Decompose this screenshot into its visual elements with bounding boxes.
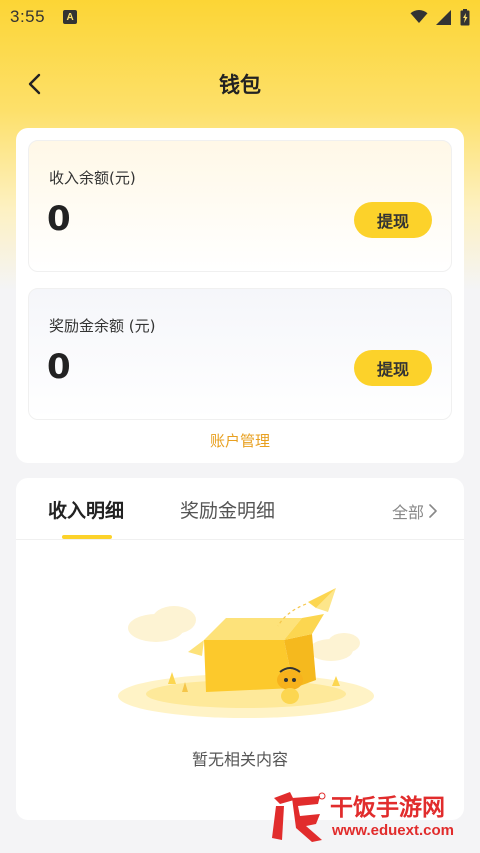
- watermark: 干饭手游网 www.eduext.com: [262, 786, 472, 846]
- status-bar: 3:55 A: [0, 0, 480, 34]
- notification-a-icon: A: [63, 10, 78, 24]
- status-icons: [410, 8, 470, 26]
- income-balance-label: 收入余额(元): [49, 169, 136, 187]
- page-title: 钱包: [219, 73, 261, 97]
- bonus-balance-label: 奖励金余额 (元): [49, 317, 156, 335]
- account-management-link[interactable]: 账户管理: [16, 430, 464, 451]
- watermark-url: www.eduext.com: [332, 822, 454, 839]
- empty-state-text: 暂无相关内容: [191, 750, 288, 769]
- details-tabs: 收入明细 奖励金明细 全部: [16, 478, 464, 540]
- empty-box-illustration: [118, 588, 374, 718]
- status-time: 3:55: [10, 7, 46, 26]
- wifi-icon: [410, 10, 428, 23]
- income-balance-amount: 0: [47, 199, 71, 239]
- income-balance-card: 收入余额(元) 0 提现: [28, 140, 452, 272]
- battery-icon: [460, 8, 470, 25]
- active-tab-indicator: [62, 535, 112, 539]
- tab-bonus-details[interactable]: 奖励金明细: [180, 496, 275, 523]
- bonus-withdraw-button[interactable]: 提现: [354, 350, 432, 386]
- bonus-balance-amount: 0: [47, 347, 71, 387]
- chevron-left-icon[interactable]: [24, 72, 48, 96]
- watermark-name: 干饭手游网: [330, 795, 445, 821]
- watermark-logo: [272, 792, 326, 842]
- details-panel: 收入明细 奖励金明细 全部 暂无相关内容: [16, 478, 464, 820]
- nav-bar: 钱包: [0, 62, 480, 106]
- balance-panel: 收入余额(元) 0 提现 奖励金余额 (元) 0 提现 账户管理: [16, 128, 464, 463]
- chevron-right-icon: [429, 504, 437, 518]
- income-withdraw-button[interactable]: 提现: [354, 202, 432, 238]
- tab-income-details[interactable]: 收入明细: [48, 496, 124, 523]
- signal-icon: [436, 9, 451, 25]
- filter-all-button[interactable]: 全部: [392, 499, 438, 523]
- filter-all-label: 全部: [392, 503, 425, 522]
- bonus-balance-card: 奖励金余额 (元) 0 提现: [28, 288, 452, 420]
